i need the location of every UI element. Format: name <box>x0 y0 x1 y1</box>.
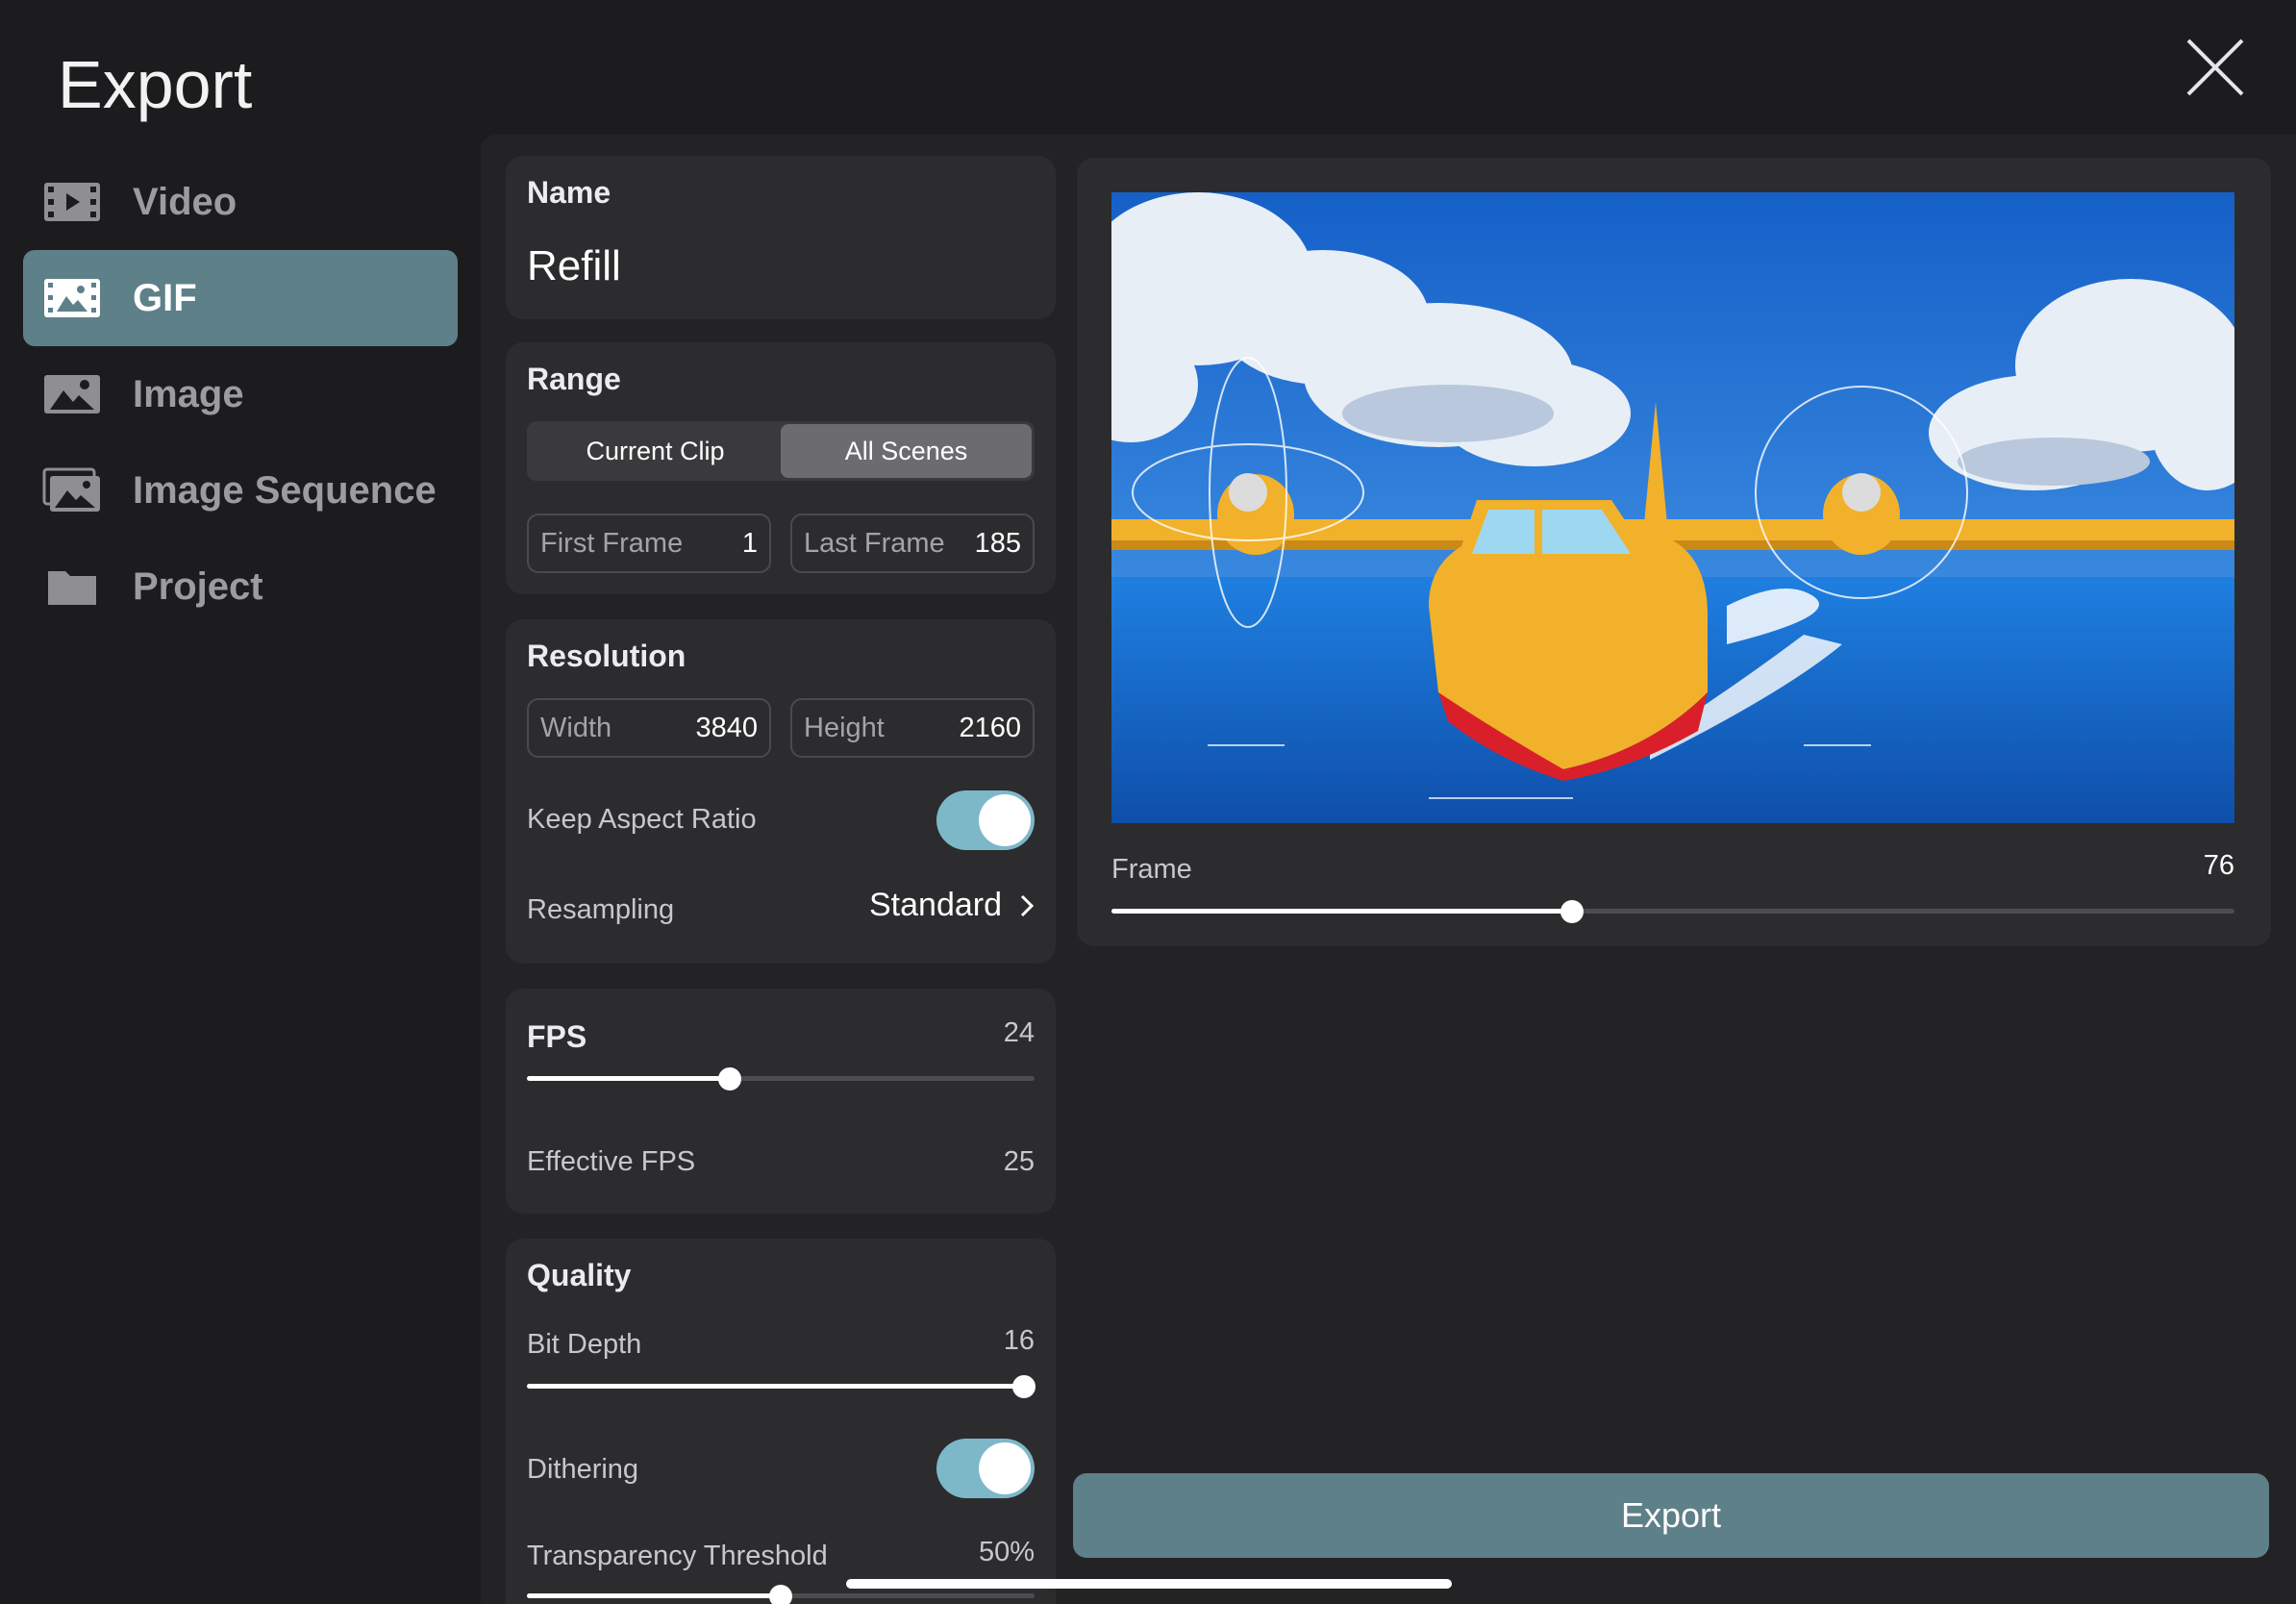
slider-thumb[interactable] <box>1560 900 1584 923</box>
slider-fill <box>527 1384 1025 1389</box>
resampling-value: Standard <box>869 887 1002 923</box>
name-card-title: Name <box>527 175 611 210</box>
effective-fps-value: 25 <box>1003 1146 1035 1177</box>
gif-image-icon <box>42 275 102 321</box>
home-indicator[interactable] <box>846 1579 1452 1589</box>
slider-thumb[interactable] <box>769 1585 792 1604</box>
dithering-toggle[interactable] <box>936 1439 1035 1498</box>
slider-fill <box>527 1076 731 1081</box>
fps-value: 24 <box>1003 1017 1035 1048</box>
height-value: 2160 <box>959 712 1021 743</box>
segment-current-clip[interactable]: Current Clip <box>530 424 781 478</box>
export-type-sidebar: Video GIF Image Image Sequence Project <box>23 154 458 635</box>
last-frame-value: 185 <box>974 527 1021 559</box>
first-frame-value: 1 <box>741 527 758 559</box>
quality-card: Quality Bit Depth 16 Dithering Transpare… <box>506 1239 1056 1604</box>
resolution-card: Resolution Width 3840 Height 2160 Keep A… <box>506 619 1056 964</box>
sidebar-item-image[interactable]: Image <box>23 346 458 442</box>
keep-aspect-toggle[interactable] <box>936 790 1035 850</box>
toggle-knob <box>979 1442 1031 1494</box>
sidebar-item-gif[interactable]: GIF <box>23 250 458 346</box>
first-frame-field[interactable]: First Frame 1 <box>527 514 771 573</box>
width-field[interactable]: Width 3840 <box>527 698 771 758</box>
transparency-threshold-value: 50% <box>978 1537 1035 1567</box>
segment-all-scenes[interactable]: All Scenes <box>781 424 1032 478</box>
bit-depth-value: 16 <box>1003 1325 1035 1356</box>
range-card-title: Range <box>527 362 621 396</box>
slider-thumb[interactable] <box>1012 1375 1036 1398</box>
name-card: Name Refill <box>506 156 1056 319</box>
preview-frame-image <box>1111 192 2234 823</box>
preview-card: Frame 76 <box>1077 158 2271 946</box>
height-field[interactable]: Height 2160 <box>790 698 1035 758</box>
sidebar-item-label: Image Sequence <box>133 468 437 512</box>
fps-card-title: FPS <box>527 1019 587 1054</box>
last-frame-field[interactable]: Last Frame 185 <box>790 514 1035 573</box>
width-value: 3840 <box>695 712 758 743</box>
export-name-input[interactable]: Refill <box>527 242 621 290</box>
slider-fill <box>527 1593 781 1598</box>
height-label: Height <box>804 712 885 743</box>
resampling-label: Resampling <box>527 894 675 925</box>
resolution-card-title: Resolution <box>527 639 686 673</box>
export-button[interactable]: Export <box>1073 1473 2269 1558</box>
effective-fps-label: Effective FPS <box>527 1146 696 1177</box>
range-segmented-control: Current Clip All Scenes <box>527 421 1035 481</box>
page-title: Export <box>58 47 253 122</box>
sidebar-item-project[interactable]: Project <box>23 539 458 635</box>
slider-thumb[interactable] <box>718 1067 742 1090</box>
image-stack-icon <box>42 467 102 514</box>
folder-icon <box>42 564 102 610</box>
toggle-knob <box>979 794 1031 846</box>
frame-slider[interactable] <box>1111 896 2234 925</box>
range-card: Range Current Clip All Scenes First Fram… <box>506 342 1056 594</box>
film-icon <box>42 179 102 225</box>
sidebar-item-video[interactable]: Video <box>23 154 458 250</box>
fps-slider[interactable] <box>527 1064 1035 1092</box>
frame-label: Frame <box>1111 854 1192 885</box>
first-frame-label: First Frame <box>540 527 684 559</box>
resampling-selector[interactable]: Standard <box>869 887 1035 924</box>
sidebar-item-label: Video <box>133 180 237 223</box>
last-frame-label: Last Frame <box>804 527 945 559</box>
dithering-label: Dithering <box>527 1454 639 1485</box>
close-icon <box>2186 38 2244 96</box>
slider-fill <box>1111 909 1572 914</box>
frame-value: 76 <box>2203 850 2234 881</box>
transparency-threshold-label: Transparency Threshold <box>527 1541 828 1571</box>
sidebar-item-label: GIF <box>133 276 197 319</box>
chevron-right-icon <box>1020 894 1035 916</box>
bit-depth-slider[interactable] <box>527 1371 1036 1400</box>
sidebar-item-label: Project <box>133 564 263 608</box>
close-button[interactable] <box>2183 35 2248 100</box>
quality-card-title: Quality <box>527 1258 632 1292</box>
bit-depth-label: Bit Depth <box>527 1329 642 1360</box>
keep-aspect-label: Keep Aspect Ratio <box>527 804 757 835</box>
sidebar-item-image-sequence[interactable]: Image Sequence <box>23 442 458 539</box>
width-label: Width <box>540 712 612 743</box>
image-icon <box>42 371 102 417</box>
sidebar-item-label: Image <box>133 372 244 415</box>
fps-card: FPS 24 Effective FPS 25 <box>506 989 1056 1214</box>
